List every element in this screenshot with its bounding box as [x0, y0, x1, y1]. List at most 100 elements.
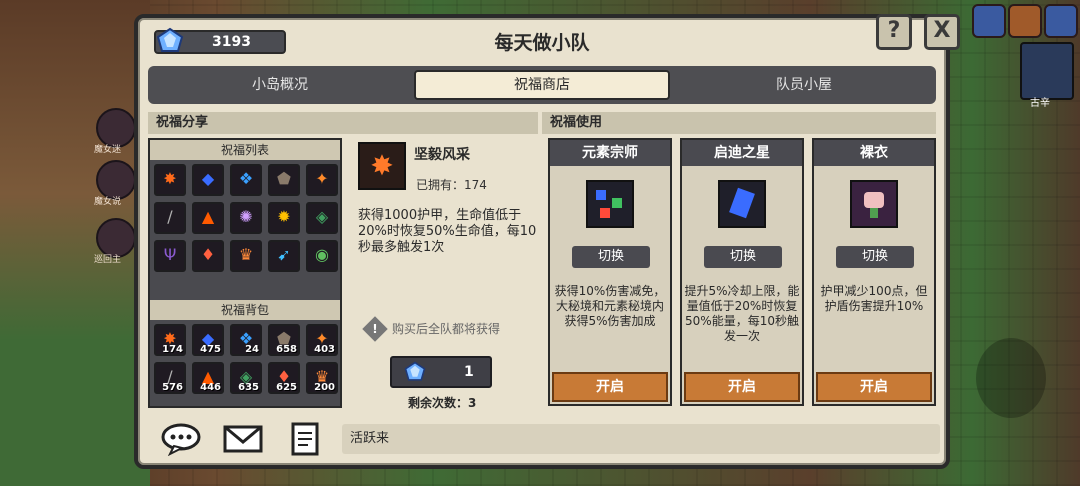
blessing-list-cell-sword-icon[interactable]: /: [154, 202, 186, 234]
purchase-note: 购买后全队都将获得: [392, 322, 501, 336]
blessing-list-cell-leaf-icon[interactable]: ♦: [192, 240, 224, 272]
nova-icon: ✺: [239, 207, 253, 226]
owned-count: 已拥有：174: [416, 178, 487, 192]
wings-icon: ➹: [277, 245, 291, 264]
goblet-icon: Ψ: [163, 245, 177, 264]
selected-blessing-name: 坚毅风采: [414, 147, 470, 163]
side-event-label-1: 魔女迷: [94, 145, 122, 155]
help-button[interactable]: ?: [876, 14, 912, 50]
buy-button[interactable]: 1: [390, 356, 492, 388]
blessing-list-cell-goblet-icon[interactable]: Ψ: [154, 240, 186, 272]
ring-icon: ◉: [315, 245, 329, 264]
blessing-list-cell-sun-icon[interactable]: ✹: [268, 202, 300, 234]
item-count: 576: [162, 382, 183, 393]
item-count: 446: [200, 382, 221, 393]
blessing-bag-cell-leaf-icon[interactable]: ♦ 625: [268, 362, 300, 394]
blessing-bag-title: 祝福背包: [150, 300, 340, 320]
card-title: 裸衣: [814, 140, 934, 166]
blessing-share-header: 祝福分享: [148, 112, 538, 134]
settings-gear-icon[interactable]: [1044, 4, 1078, 38]
mail-envelope-icon[interactable]: [222, 422, 264, 456]
switch-button[interactable]: 切换: [836, 246, 914, 268]
blessing-list-cell-wings-icon[interactable]: ➹: [268, 240, 300, 272]
crystal-icon: ◆: [201, 169, 215, 188]
blessing-list-cell-gems-icon[interactable]: ◈: [306, 202, 338, 234]
item-count: 658: [276, 344, 297, 355]
burst-icon: ✸: [163, 169, 177, 188]
card-description: 护甲减少100点，但护盾伤害提升10%: [820, 284, 928, 313]
alert-icon[interactable]: [1008, 4, 1042, 38]
crown-icon: ♛: [238, 245, 254, 264]
card-title: 启迪之星: [682, 140, 802, 166]
blessing-list-cell-fire-icon[interactable]: ▲: [192, 202, 224, 234]
close-button[interactable]: X: [924, 14, 960, 50]
blessing-list-cell-crown-icon[interactable]: ♛: [230, 240, 262, 272]
leaf-icon: ♦: [200, 245, 216, 264]
blessing-bag-cell-burst-icon[interactable]: ✸ 174: [154, 324, 186, 356]
side-event-label-3: 巡回主: [94, 255, 122, 265]
switch-button[interactable]: 切换: [572, 246, 650, 268]
enable-button[interactable]: 开启: [684, 372, 800, 402]
side-event-label-2: 魔女说: [94, 197, 122, 207]
blessing-list-cell-ring-icon[interactable]: ◉: [306, 240, 338, 272]
blessing-list-title: 祝福列表: [150, 140, 340, 160]
blessing-description: 获得1000护甲，生命值低于20%时恢复50%生命值，每10秒最多触发1次: [358, 208, 537, 255]
card-description: 获得10%伤害减免，大秘境和元素秘境内获得5%伤害加成: [554, 284, 666, 328]
item-count: 475: [200, 344, 221, 355]
gems-icon: ◈: [315, 207, 329, 226]
blessing-card-element-master: 元素宗师 切换 获得10%伤害减免，大秘境和元素秘境内获得5%伤害加成 开启: [548, 138, 672, 406]
blessing-list-cell-shield-icon[interactable]: ⬟: [268, 164, 300, 196]
shield-icon: ⬟: [277, 169, 291, 188]
blessing-bag-cell-star-icon[interactable]: ✦ 403: [306, 324, 338, 356]
switch-button[interactable]: 切换: [704, 246, 782, 268]
player-avatar[interactable]: [1020, 42, 1074, 100]
tab-blessing-shop[interactable]: 祝福商店: [414, 70, 670, 100]
blessing-bag-cell-fire-icon[interactable]: ▲ 446: [192, 362, 224, 394]
enable-button[interactable]: 开启: [816, 372, 932, 402]
elements-icon: [586, 180, 634, 228]
notes-list-icon[interactable]: [284, 422, 326, 456]
buy-price: 1: [464, 364, 474, 380]
blessing-bag-cell-crystal-icon[interactable]: ◆ 475: [192, 324, 224, 356]
blessing-bag-cell-orb-icon[interactable]: ❖ 24: [230, 324, 262, 356]
blessing-list-cell-orb-icon[interactable]: ❖: [230, 164, 262, 196]
blessing-bag-cell-gems-icon[interactable]: ◈ 635: [230, 362, 262, 394]
selected-blessing-icon: ✸: [358, 142, 406, 190]
mail-icon[interactable]: [972, 4, 1006, 38]
player-name: 古辛: [1030, 98, 1050, 109]
blessing-use-header: 祝福使用: [542, 112, 936, 134]
sun-icon: ✹: [277, 207, 291, 226]
blessing-bag-cell-sword-icon[interactable]: /576: [154, 362, 186, 394]
sword-icon: /: [167, 207, 173, 226]
blessing-card-enlighten-star: 启迪之星 切换 提升5%冷却上限，能量值低于20%时恢复50%能量，每10秒触发…: [680, 138, 804, 406]
fire-icon: ▲: [201, 207, 215, 226]
item-count: 635: [238, 382, 259, 393]
blessing-list-cell-nova-icon[interactable]: ✺: [230, 202, 262, 234]
tab-bar: 小岛概况 祝福商店 队员小屋: [148, 66, 936, 104]
blessing-list-cell-star-icon[interactable]: ✦: [306, 164, 338, 196]
blessing-list-cell-crystal-icon[interactable]: ◆: [192, 164, 224, 196]
orb-icon: ❖: [238, 169, 254, 188]
card-description: 提升5%冷却上限，能量值低于20%时恢复50%能量，每10秒触发一次: [684, 284, 800, 343]
item-count: 403: [314, 344, 335, 355]
blessing-bag-cell-crown-icon[interactable]: ♛ 200: [306, 362, 338, 394]
star-crystal-icon: [718, 180, 766, 228]
card-title: 元素宗师: [550, 140, 670, 166]
chat-bubble-icon[interactable]: [160, 422, 202, 456]
enable-button[interactable]: 开启: [552, 372, 668, 402]
right-hud: 古辛: [950, 0, 1080, 486]
chat-message-bar[interactable]: 活跃来: [342, 424, 940, 454]
star-icon: ✦: [315, 169, 329, 188]
blessing-bag-cell-shield-icon[interactable]: ⬟ 658: [268, 324, 300, 356]
gem-price-icon: [404, 361, 426, 381]
tab-island-overview[interactable]: 小岛概况: [152, 70, 408, 100]
blessing-grid-panel: 祝福列表 ✸ ◆ ❖ ⬟ ✦ / ▲ ✺ ✹ ◈ Ψ ♦ ♛ ➹ ◉ 祝福背包 ✸ 174 ◆ 475 ❖ 24 ⬟ 65…: [148, 138, 342, 408]
blessing-list-cell-burst-icon[interactable]: ✸: [154, 164, 186, 196]
item-count: 625: [276, 382, 297, 393]
remaining-count: 剩余次数：3: [408, 396, 477, 410]
blessing-card-robe: 裸衣 切换 护甲减少100点，但护盾伤害提升10% 开启: [812, 138, 936, 406]
info-diamond-icon: !: [362, 316, 388, 342]
window-title: 每天做小队: [494, 32, 590, 54]
attack-button[interactable]: [976, 338, 1046, 418]
tab-member-house[interactable]: 队员小屋: [676, 70, 932, 100]
